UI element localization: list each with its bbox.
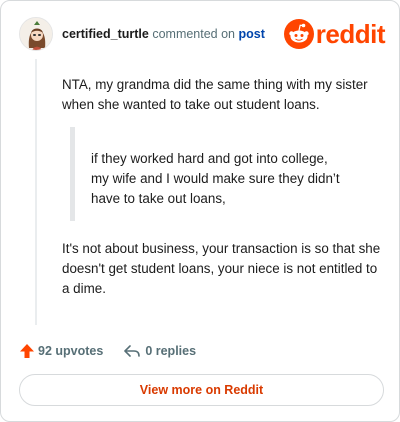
username-link[interactable]: certified_turtle: [62, 27, 149, 41]
upvote-count: 92 upvotes: [38, 344, 104, 358]
action-text: commented on: [152, 27, 236, 41]
reply-button[interactable]: 0 replies: [123, 343, 196, 359]
view-more-button[interactable]: View more on Reddit: [19, 374, 384, 406]
quote-line: my wife and I would make sure they didn’…: [91, 171, 340, 186]
comment-body: NTA, my grandma did the same thing with …: [62, 75, 387, 299]
quote-line: if they worked hard and got into college…: [91, 151, 328, 166]
upvote-arrow-icon: [20, 344, 34, 358]
reddit-wordmark: reddit: [315, 19, 386, 49]
reddit-logo[interactable]: reddit: [283, 18, 386, 50]
comment-actions: 92 upvotes 0 replies: [19, 341, 196, 361]
comment-header: certified_turtle commented on post reddi…: [19, 17, 386, 51]
reply-count: 0 replies: [145, 344, 197, 358]
comment-paragraph-1: NTA, my grandma did the same thing with …: [62, 77, 368, 112]
snoo-icon: [283, 19, 314, 49]
reply-arrow-icon: [124, 345, 141, 357]
avatar[interactable]: [19, 17, 53, 51]
thread-line: [35, 59, 37, 325]
reddit-embed-card: certified_turtle commented on post reddi…: [0, 0, 400, 422]
quote-line: have to take out loans,: [91, 191, 226, 206]
upvote-button[interactable]: 92 upvotes: [19, 343, 103, 359]
comment-paragraph-2: It's not about business, your transactio…: [62, 241, 381, 296]
comment-meta: certified_turtle commented on post: [62, 26, 265, 42]
avatar-illustration: [20, 18, 52, 50]
post-link[interactable]: post: [239, 27, 265, 41]
blockquote: if they worked hard and got into college…: [70, 127, 387, 221]
